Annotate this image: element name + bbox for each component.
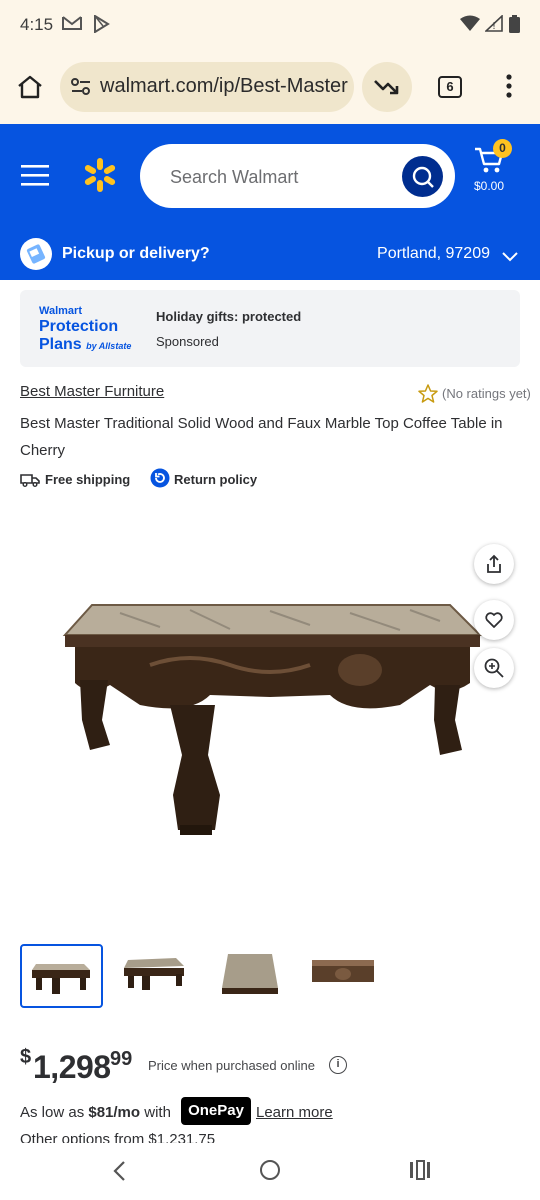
- thumbnail-1[interactable]: [20, 944, 103, 1008]
- ad-logo-walmart: Walmart: [39, 305, 82, 317]
- search-icon: [412, 166, 434, 193]
- onepay-logo: OnePay: [181, 1097, 251, 1125]
- learn-more-link[interactable]: Learn more: [256, 1104, 333, 1121]
- recents-icon[interactable]: [409, 1160, 431, 1185]
- url-text: walmart.com/ip/Best-Master-Furniture: [100, 75, 348, 97]
- system-nav-bar: [0, 1145, 540, 1200]
- status-time: 4:15: [20, 15, 54, 34]
- star-icon: [418, 384, 438, 408]
- free-shipping-label: Free shipping: [45, 472, 131, 487]
- sponsored-label: Sponsored: [156, 334, 219, 349]
- trending-button[interactable]: [362, 62, 412, 112]
- store-location: Portland, 97209: [377, 245, 490, 262]
- return-icon: [150, 468, 170, 491]
- search-button[interactable]: [402, 156, 443, 197]
- thumbnail-2[interactable]: [116, 944, 199, 1008]
- more-menu-icon[interactable]: [506, 74, 512, 103]
- svg-text:!: !: [492, 21, 496, 32]
- ratings-text: (No ratings yet): [442, 386, 531, 401]
- pickup-label: Pickup or delivery?: [62, 245, 210, 262]
- heart-icon: [485, 612, 503, 628]
- with-label: with: [140, 1104, 171, 1121]
- signal-icon: !: [483, 14, 503, 37]
- price-currency: $: [20, 1046, 32, 1068]
- back-icon[interactable]: [112, 1160, 126, 1187]
- menu-icon[interactable]: [21, 164, 49, 191]
- search-input[interactable]: Search Walmart: [170, 167, 298, 188]
- gmail-icon: [62, 15, 82, 36]
- pickup-icon: [20, 238, 52, 270]
- site-header: Search Walmart 0 $0.00: [0, 124, 540, 234]
- monthly-price: $81/mo: [88, 1104, 141, 1121]
- trending-down-icon: [374, 78, 400, 101]
- walmart-spark-logo[interactable]: [82, 157, 118, 198]
- product-image[interactable]: [30, 555, 510, 895]
- battery-icon: [509, 15, 520, 38]
- cart-count-badge: 0: [493, 139, 512, 158]
- chevron-down-icon: [502, 249, 518, 267]
- ad-logo-line2: Plans: [39, 336, 82, 353]
- financing-text: As low as $81/mo with: [20, 1104, 171, 1121]
- url-bar[interactable]: walmart.com/ip/Best-Master-Furniture: [60, 62, 354, 112]
- ad-logo: Protection Plans by Allstate: [39, 318, 131, 355]
- brand-link[interactable]: Best Master Furniture: [20, 383, 164, 400]
- price-dollars: 1,298: [33, 1049, 111, 1085]
- site-settings-icon[interactable]: [70, 77, 92, 102]
- image-thumbnails: [20, 944, 520, 1009]
- zoom-button[interactable]: [474, 648, 514, 688]
- favorite-button[interactable]: [474, 600, 514, 640]
- product-title: Best Master Traditional Solid Wood and F…: [20, 415, 503, 459]
- thumbnail-3[interactable]: [212, 944, 295, 1008]
- return-policy-label: Return policy: [174, 472, 258, 487]
- wifi-icon: [460, 15, 480, 36]
- home-icon[interactable]: [17, 75, 43, 104]
- truck-icon: [20, 473, 40, 490]
- home-nav-icon[interactable]: [259, 1159, 281, 1186]
- ad-logo-by: by Allstate: [86, 341, 132, 351]
- status-bar: 4:15 !: [0, 0, 540, 52]
- zoom-in-icon: [484, 658, 504, 678]
- ad-headline: Holiday gifts: protected: [156, 309, 302, 324]
- search-bar[interactable]: Search Walmart: [140, 144, 455, 208]
- tab-switcher-button[interactable]: 6: [438, 76, 462, 98]
- thumbnail-4[interactable]: [308, 944, 391, 1008]
- price-note: Price when purchased online: [148, 1058, 315, 1073]
- share-icon: [487, 554, 501, 573]
- price-cents: 99: [110, 1048, 133, 1070]
- share-button[interactable]: [474, 544, 514, 584]
- pickup-delivery-bar[interactable]: Pickup or delivery? Portland, 97209: [0, 234, 540, 280]
- other-options[interactable]: Other options from $1,231.75: [20, 1131, 320, 1143]
- play-store-icon: [92, 14, 110, 38]
- info-icon[interactable]: i: [329, 1056, 347, 1074]
- browser-toolbar: walmart.com/ip/Best-Master-Furniture 6: [0, 52, 540, 124]
- sponsored-ad-banner[interactable]: Walmart Protection Plans by Allstate Hol…: [20, 290, 520, 367]
- as-low-prefix: As low as: [20, 1104, 89, 1121]
- ad-logo-line1: Protection: [39, 318, 119, 335]
- cart-total: $0.00: [474, 179, 505, 193]
